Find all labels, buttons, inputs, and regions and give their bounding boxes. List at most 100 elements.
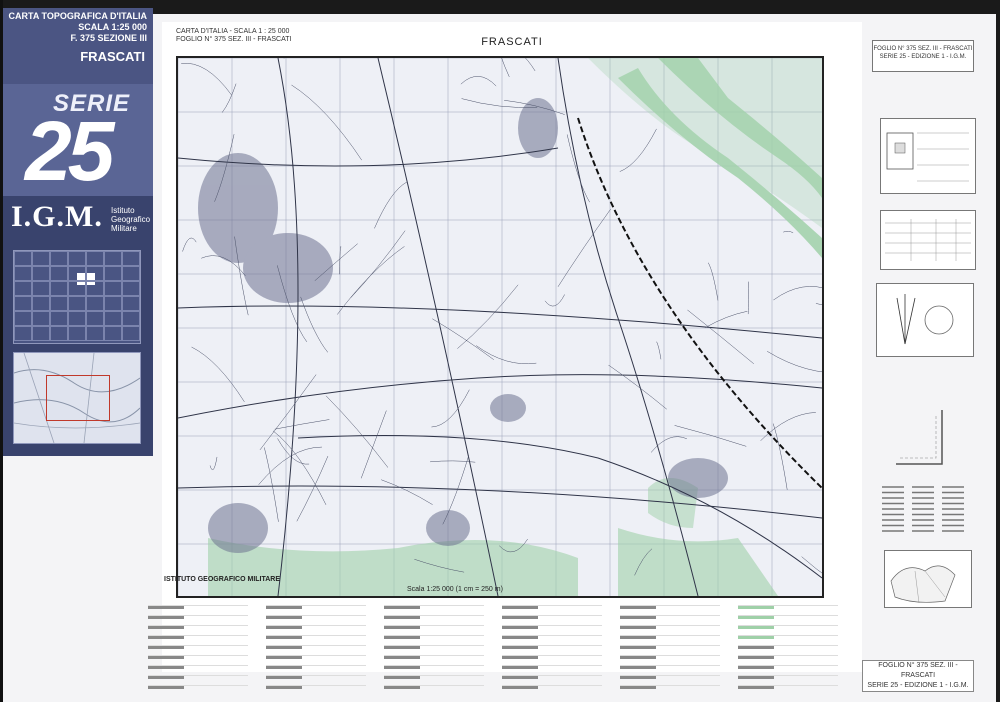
map-sheet: CARTA D'ITALIA - SCALA 1 : 25 000 FOGLIO… <box>162 22 862 672</box>
mini-map-extent-box <box>46 375 110 421</box>
index-map-cell <box>14 281 32 296</box>
index-map-cell <box>86 251 104 266</box>
index-map-cell <box>68 326 86 341</box>
abbreviations-rows <box>882 486 964 532</box>
legend-row <box>266 636 366 649</box>
legend-row <box>502 596 602 609</box>
publisher-label: ISTITUTO GEOGRAFICO MILITARE <box>164 576 281 583</box>
legend-row <box>384 656 484 669</box>
igm-line: Istituto <box>111 206 135 215</box>
index-map-cell <box>104 251 122 266</box>
index-map-cell <box>32 296 50 311</box>
index-map-cell <box>122 251 140 266</box>
legend-row <box>384 596 484 609</box>
adjacent-sheets-diagram <box>880 118 976 194</box>
legend-row <box>148 656 248 669</box>
legend-row <box>620 616 720 629</box>
declination-arrows <box>896 294 954 345</box>
index-map-cell <box>122 281 140 296</box>
legend-row <box>620 606 720 619</box>
index-map-cell <box>32 311 50 326</box>
legend-row <box>502 626 602 639</box>
index-map-cell <box>32 326 50 341</box>
index-map-cell <box>104 281 122 296</box>
cover-scale-line: SCALA 1:25 000 <box>78 22 147 32</box>
legend-column <box>620 596 720 689</box>
index-map-cell <box>68 311 86 326</box>
scan-border-right <box>996 0 1000 702</box>
topographic-map[interactable] <box>176 56 824 598</box>
index-map-cell <box>50 266 68 281</box>
index-map-cell <box>14 296 32 311</box>
cover-sheet-name: FRASCATI <box>80 49 145 64</box>
legend-row <box>266 656 366 669</box>
legend-row <box>738 626 838 639</box>
legend-row <box>266 606 366 619</box>
legend-row <box>502 676 602 689</box>
legend-row <box>148 636 248 649</box>
legend-row <box>148 666 248 679</box>
index-map-cell <box>14 266 32 281</box>
legend-row <box>266 676 366 689</box>
index-map-cell <box>104 296 122 311</box>
legend-column <box>266 596 366 689</box>
legend-symbol <box>620 686 656 689</box>
legend-row <box>384 646 484 659</box>
legend-row <box>502 636 602 649</box>
cover-title-block: CARTA TOPOGRAFICA D'ITALIA SCALA 1:25 00… <box>3 8 153 84</box>
legend-row <box>502 646 602 659</box>
legend-row <box>502 666 602 679</box>
index-map-cell <box>122 311 140 326</box>
legend-row <box>738 606 838 619</box>
index-map-cell <box>104 266 122 281</box>
admin-boundaries-drawing <box>890 565 956 604</box>
index-map-cell <box>104 326 122 341</box>
footer-line: FOGLIO N° 375 SEZ. III - FRASCATI <box>878 662 958 679</box>
legend-row <box>266 626 366 639</box>
igm-institute-name: Istituto Geografico Militare <box>111 206 150 233</box>
serie-banner: SERIE 25 <box>3 84 153 196</box>
index-map-cell <box>86 296 104 311</box>
index-map-cell <box>50 281 68 296</box>
legend-row <box>502 606 602 619</box>
datum-table-grid <box>885 219 971 261</box>
legend-row <box>620 596 720 609</box>
serie-number: 25 <box>25 104 114 196</box>
index-map-cell <box>50 326 68 341</box>
index-map-cell <box>50 251 68 266</box>
legend-row <box>148 626 248 639</box>
legend-symbol <box>148 686 184 689</box>
legend-row <box>148 606 248 619</box>
legend-row <box>738 636 838 649</box>
scale-label: Scala 1:25 000 (1 cm = 250 m) <box>407 586 503 593</box>
cover-sheet-line: F. 375 SEZIONE III <box>70 33 147 43</box>
legend-column <box>502 596 602 689</box>
legend-row <box>620 636 720 649</box>
grid-corner-diagram <box>896 410 946 470</box>
index-map-cell <box>14 251 32 266</box>
legend-row <box>266 646 366 659</box>
legend-row <box>620 626 720 639</box>
legend-row <box>620 646 720 659</box>
legend-row <box>620 656 720 669</box>
index-map-cell <box>86 266 104 281</box>
legend-row <box>738 596 838 609</box>
sheet-edition-line: SERIE 25 - EDIZIONE 1 - I.G.M. <box>879 54 967 60</box>
legend-row <box>384 636 484 649</box>
abbreviations-list <box>878 483 972 537</box>
index-map-cell <box>122 326 140 341</box>
legend-row <box>620 666 720 679</box>
administrative-boundaries-map <box>884 550 972 608</box>
legend-row <box>384 676 484 689</box>
legend-row <box>738 616 838 629</box>
legend-column <box>738 596 838 689</box>
legend-row <box>384 666 484 679</box>
index-map-cell <box>32 266 50 281</box>
legend-row <box>148 646 248 659</box>
index-map-cell <box>104 311 122 326</box>
index-map-cell <box>14 311 32 326</box>
legend-symbol <box>502 686 538 689</box>
index-map-cell <box>68 296 86 311</box>
sheet-index-map <box>13 250 141 344</box>
legend-row <box>266 666 366 679</box>
